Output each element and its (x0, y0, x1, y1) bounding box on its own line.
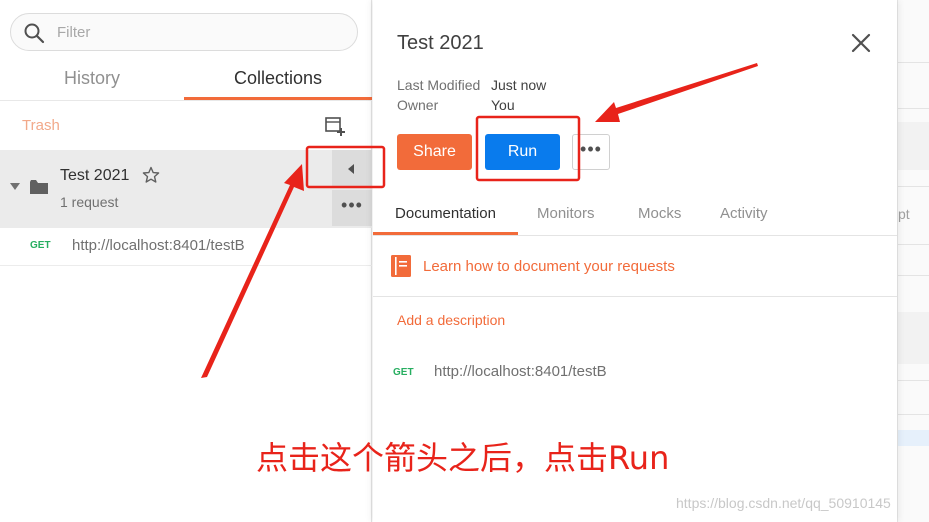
background-panel: pt (897, 0, 929, 522)
tab-activity[interactable]: Activity (720, 195, 768, 235)
book-icon (391, 255, 411, 277)
folder-icon (30, 180, 48, 194)
new-collection-icon[interactable] (324, 115, 346, 137)
panel-request-url: http://localhost:8401/testB (434, 363, 607, 380)
run-button[interactable]: Run (485, 134, 560, 170)
tab-monitors[interactable]: Monitors (537, 195, 595, 235)
tab-history[interactable]: History (0, 60, 184, 100)
search-placeholder: Filter (57, 24, 91, 41)
star-icon[interactable] (142, 166, 160, 184)
panel-request-method: GET (393, 367, 414, 378)
request-method: GET (30, 240, 51, 251)
share-button[interactable]: Share (397, 134, 472, 170)
owner-value: You (491, 97, 515, 113)
collection-details-arrow-button[interactable] (332, 150, 372, 188)
panel-more-button[interactable]: ••• (572, 134, 610, 170)
arrow-left-icon (348, 164, 354, 174)
learn-docs-link[interactable]: Learn how to document your requests (423, 258, 675, 275)
trash-link[interactable]: Trash (22, 117, 60, 134)
add-description-link[interactable]: Add a description (397, 312, 505, 328)
tab-mocks[interactable]: Mocks (638, 195, 681, 235)
panel-tabs: Documentation Monitors Mocks Activity (373, 195, 897, 236)
trash-row: Trash (0, 100, 372, 150)
search-icon (24, 23, 45, 44)
search-field[interactable]: Filter (10, 13, 358, 51)
collection-more-button[interactable]: ••• (332, 190, 372, 226)
collection-name: Test 2021 (60, 167, 130, 184)
annotation-caption: 点击这个箭头之后，点击Run (256, 439, 670, 477)
last-modified-value: Just now (491, 77, 547, 93)
collection-item[interactable]: Test 2021 1 request ••• (0, 150, 372, 228)
last-modified-label: Last Modified (397, 77, 481, 93)
sidebar-tabs: History Collections (0, 60, 372, 100)
background-partial-tab: pt (898, 206, 910, 222)
collapse-caret-icon[interactable] (10, 183, 20, 190)
learn-docs-banner: Learn how to document your requests (373, 236, 897, 297)
panel-title: Test 2021 (397, 32, 484, 54)
owner-label: Owner (397, 97, 439, 113)
collection-meta: Last Modified Just now Owner You (397, 77, 546, 117)
request-item[interactable]: GET http://localhost:8401/testB (0, 228, 372, 266)
watermark: https://blog.csdn.net/qq_50910145 (676, 495, 891, 511)
tab-documentation[interactable]: Documentation (373, 195, 518, 235)
tab-collections[interactable]: Collections (184, 60, 372, 100)
close-icon[interactable] (850, 32, 872, 54)
collection-request-count: 1 request (60, 194, 119, 210)
request-url: http://localhost:8401/testB (72, 237, 245, 254)
